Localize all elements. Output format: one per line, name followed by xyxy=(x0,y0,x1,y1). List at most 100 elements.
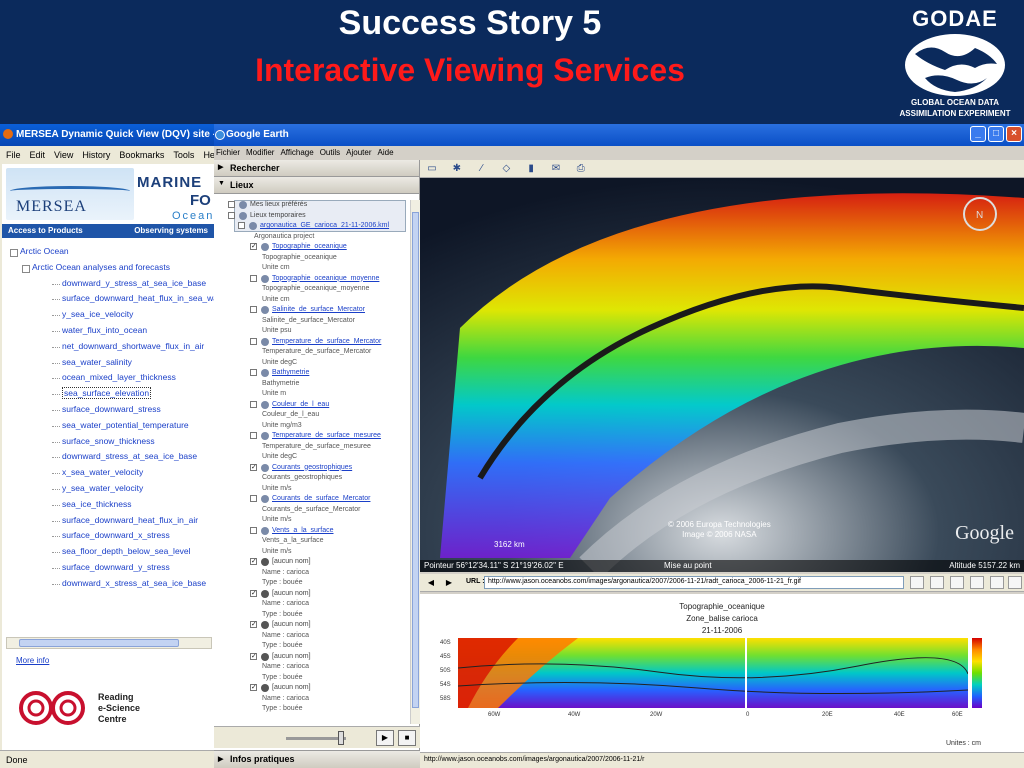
tree-node[interactable]: sea_water_potential_temperature xyxy=(2,418,214,434)
tree-node[interactable]: sea_surface_elevation xyxy=(2,386,214,402)
places-item[interactable]: Salinite_de_surface_Mercator xyxy=(214,305,410,316)
places-item[interactable]: ✓ [aucun nom] xyxy=(214,557,410,568)
scrollbar-thumb[interactable] xyxy=(19,639,179,647)
tree-node[interactable]: y_sea_water_velocity xyxy=(2,481,214,497)
places-item[interactable]: Couleur_de_l_eau xyxy=(214,400,410,411)
places-item[interactable]: Topographie_oceanique_moyenne xyxy=(214,274,410,285)
tree-node[interactable]: surface_downward_x_stress xyxy=(2,528,214,544)
earth-map-view[interactable]: N © 2006 Europa Technologies Image © 200… xyxy=(420,178,1024,572)
forward-icon[interactable]: ▶ xyxy=(442,576,456,589)
tree-node[interactable]: x_sea_water_velocity xyxy=(2,465,214,481)
ff-menu-item[interactable]: Edit xyxy=(30,150,46,160)
layer-checkbox[interactable] xyxy=(250,526,257,534)
more-info-link[interactable]: More info xyxy=(16,656,49,665)
search-panel-header[interactable]: Rechercher xyxy=(214,160,419,177)
layer-checkbox[interactable] xyxy=(250,495,257,502)
tree-node[interactable]: y_sea_ice_velocity xyxy=(2,307,214,323)
view-icon[interactable] xyxy=(950,576,964,589)
places-item[interactable]: ✓ [aucun nom] xyxy=(214,620,410,631)
layer-checkbox[interactable]: ✓ xyxy=(250,463,257,471)
horizontal-scrollbar[interactable] xyxy=(6,637,212,649)
url-input[interactable]: http://www.jason.oceanobs.com/images/arg… xyxy=(484,576,904,589)
tree-node[interactable]: sea_floor_depth_below_sea_level xyxy=(2,544,214,560)
tree-node[interactable]: surface_snow_thickness xyxy=(2,434,214,450)
places-item[interactable]: Mes lieux préférés xyxy=(214,200,410,211)
layer-checkbox[interactable]: ✓ xyxy=(250,558,257,565)
layer-checkbox[interactable]: ✓ xyxy=(250,684,257,691)
ge-menu-item[interactable]: Modifier xyxy=(246,148,274,157)
tree-node[interactable]: sea_water_salinity xyxy=(2,355,214,371)
tree-node[interactable]: Arctic Ocean xyxy=(2,244,214,260)
layer-checkbox[interactable] xyxy=(250,432,257,439)
layer-checkbox[interactable]: ✓ xyxy=(250,243,257,250)
layout-icon[interactable] xyxy=(970,576,984,589)
places-item[interactable]: ✓ Courants_geostrophiques xyxy=(214,463,410,474)
tree-node[interactable]: downward_y_stress_at_sea_ice_base xyxy=(2,276,214,292)
back-icon[interactable]: ◀ xyxy=(424,576,438,589)
layer-checkbox[interactable] xyxy=(250,369,257,376)
search-icon[interactable] xyxy=(930,576,944,589)
nav-observing-systems[interactable]: Observing systems xyxy=(134,226,208,236)
opacity-slider-track[interactable] xyxy=(286,737,346,740)
places-item[interactable]: Courants_de_surface_Mercator xyxy=(214,494,410,505)
ge-menu-item[interactable]: Outils xyxy=(320,148,340,157)
places-item[interactable]: ✓ [aucun nom] xyxy=(214,683,410,694)
play-button[interactable]: ▶ xyxy=(376,730,394,746)
ff-menu-item[interactable]: Tools xyxy=(173,150,194,160)
go-icon[interactable] xyxy=(910,576,924,589)
layer-checkbox[interactable] xyxy=(228,201,235,208)
mersea-logo[interactable]: MERSEA xyxy=(6,168,134,220)
places-item[interactable]: Vents_a_la_surface xyxy=(214,526,410,537)
tree-node[interactable]: surface_downward_heat_flux_in_sea_wat xyxy=(2,291,214,307)
places-item[interactable]: ✓ Topographie_oceanique xyxy=(214,242,410,253)
tree-node[interactable]: sea_ice_thickness xyxy=(2,497,214,513)
ff-menu-item[interactable]: File xyxy=(6,150,21,160)
layer-checkbox[interactable]: ✓ xyxy=(250,621,257,628)
ge-menu-item[interactable]: Affichage xyxy=(280,148,313,157)
infos-pratiques-header[interactable]: Infos pratiques xyxy=(214,750,420,768)
layer-checkbox[interactable]: ✓ xyxy=(250,652,257,660)
layer-checkbox[interactable] xyxy=(250,274,257,282)
email-icon[interactable]: ✉ xyxy=(548,162,564,176)
placemark-icon[interactable]: ✱ xyxy=(449,162,465,176)
sidebar-toggle-icon[interactable]: ▭ xyxy=(424,162,440,176)
places-panel-header[interactable]: Lieux xyxy=(214,177,419,194)
tree-node[interactable]: net_downward_shortwave_flux_in_air xyxy=(2,339,214,355)
places-item[interactable]: Temperature_de_surface_Mercator xyxy=(214,337,410,348)
popout-icon[interactable] xyxy=(990,576,1004,589)
layer-checkbox[interactable] xyxy=(250,337,257,345)
stop-button[interactable]: ■ xyxy=(398,730,416,746)
panel-close-icon[interactable] xyxy=(1008,576,1022,589)
path-icon[interactable]: ∕ xyxy=(474,162,490,176)
minimize-icon[interactable]: _ xyxy=(970,126,986,142)
layer-checkbox[interactable] xyxy=(228,211,235,219)
maximize-icon[interactable]: □ xyxy=(988,126,1004,142)
tree-node[interactable]: downward_stress_at_sea_ice_base xyxy=(2,449,214,465)
tree-node[interactable]: water_flux_into_ocean xyxy=(2,323,214,339)
tree-node[interactable]: ocean_mixed_layer_thickness xyxy=(2,370,214,386)
places-item[interactable]: Bathymetrie xyxy=(214,368,410,379)
tree-node[interactable]: surface_downward_heat_flux_in_air xyxy=(2,513,214,529)
polygon-icon[interactable]: ◇ xyxy=(498,162,514,176)
ge-menu-item[interactable]: Aide xyxy=(378,148,394,157)
places-item[interactable]: Lieux temporaires xyxy=(214,211,410,222)
opacity-slider-knob[interactable] xyxy=(338,731,344,745)
close-icon[interactable]: × xyxy=(1006,126,1022,142)
ge-menu-item[interactable]: Ajouter xyxy=(346,148,371,157)
places-item[interactable]: ✓ [aucun nom] xyxy=(214,652,410,663)
tree-node[interactable]: surface_downward_stress xyxy=(2,402,214,418)
layer-checkbox[interactable]: ✓ xyxy=(250,589,257,597)
places-item[interactable]: argonautica_GE_carioca_21-11-2006.kml xyxy=(214,221,410,232)
tree-node[interactable]: Arctic Ocean analyses and forecasts xyxy=(2,260,214,276)
places-item[interactable]: Temperature_de_surface_mesuree xyxy=(214,431,410,442)
tree-node[interactable]: surface_downward_y_stress xyxy=(2,560,214,576)
ff-menu-item[interactable]: History xyxy=(82,150,110,160)
places-scrollbar-thumb[interactable] xyxy=(412,212,419,708)
tree-node[interactable]: downward_x_stress_at_sea_ice_base xyxy=(2,576,214,592)
layer-checkbox[interactable] xyxy=(250,400,257,408)
places-scrollbar[interactable] xyxy=(410,200,420,724)
ruler-icon[interactable]: ▮ xyxy=(523,162,539,176)
ge-menu-item[interactable]: Fichier xyxy=(216,148,240,157)
layer-checkbox[interactable] xyxy=(238,222,245,229)
nav-access-products[interactable]: Access to Products xyxy=(8,226,83,236)
